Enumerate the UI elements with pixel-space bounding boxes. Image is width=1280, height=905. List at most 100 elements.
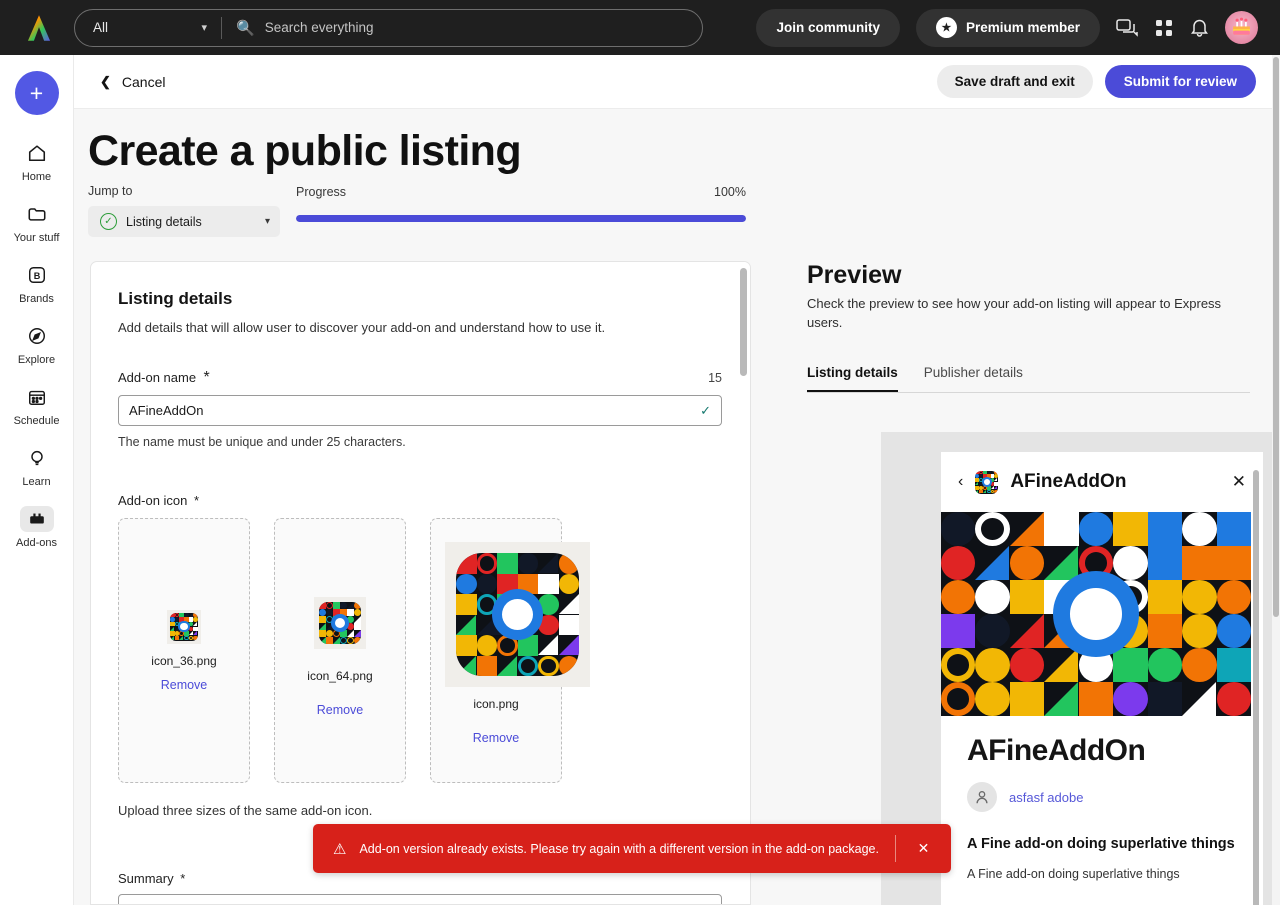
close-icon[interactable]: ✕ [1232, 472, 1246, 492]
search-input[interactable] [264, 20, 688, 35]
avatar[interactable] [1225, 11, 1258, 44]
addon-name-help: The name must be unique and under 25 cha… [118, 435, 406, 449]
form-scrollbar-thumb[interactable] [740, 268, 747, 376]
icon-file-name: icon.png [473, 697, 519, 711]
checkmark-icon: ✓ [700, 402, 711, 418]
sidebar-item-explore[interactable]: Explore [4, 318, 70, 370]
page-scrollbar-track[interactable] [1272, 55, 1280, 905]
preview-modal-header: ‹ AFineAddOn ✕ [941, 452, 1263, 512]
progress-bar [296, 215, 746, 222]
adobe-express-logo[interactable] [22, 13, 56, 43]
folder-icon [20, 201, 54, 227]
sidebar-item-label: Home [21, 171, 52, 183]
preview-modal-body: AFineAddOn asfasf adobe A Fine add-on do… [941, 716, 1263, 905]
addon-name-input[interactable]: AFineAddOn ✓ [118, 395, 722, 426]
birthday-cake-avatar [1233, 17, 1250, 35]
addon-icon-label-row: Add-on icon * [118, 493, 722, 508]
brands-b-icon: B [20, 262, 54, 288]
left-nav-rail: + Home Your stuff B Brands Explore Sched… [0, 55, 74, 905]
addon-mosaic-icon [170, 612, 198, 641]
premium-member-button[interactable]: ★ Premium member [915, 8, 1100, 47]
chevron-left-icon: ❮ [100, 73, 111, 89]
join-community-label: Join community [776, 20, 880, 35]
icon-upload-note: Upload three sizes of the same add-on ic… [118, 803, 373, 818]
compass-icon [20, 323, 54, 349]
svg-text:B: B [33, 271, 40, 281]
join-community-button[interactable]: Join community [756, 8, 900, 47]
progress-value: 100% [714, 185, 746, 199]
icon-upload-slot-64[interactable]: icon_64.png Remove [274, 518, 406, 783]
page-body: Create a public listing Jump to ✓ Listin… [74, 109, 1280, 905]
addon-name-char-count: 15 [708, 371, 722, 385]
cancel-button[interactable]: ❮ Cancel [96, 68, 170, 96]
chevron-down-icon: ▾ [264, 216, 270, 227]
chevron-down-icon: ▾ [201, 22, 207, 34]
sidebar-item-home[interactable]: Home [4, 135, 70, 187]
progress-bar-fill [296, 215, 746, 222]
user-avatar-icon [967, 782, 997, 812]
submit-for-review-button[interactable]: Submit for review [1104, 65, 1256, 98]
preview-hero-banner [941, 512, 1251, 716]
apps-grid-icon[interactable] [1154, 18, 1174, 38]
tab-listing-details[interactable]: Listing details [807, 365, 898, 392]
page-title: Create a public listing [88, 127, 522, 175]
lightbulb-icon [20, 445, 54, 471]
sidebar-item-label: Add-ons [16, 537, 57, 549]
required-marker: * [203, 369, 210, 386]
addon-mosaic-icon [456, 553, 579, 676]
search-filter-dropdown[interactable]: All ▾ [75, 10, 221, 46]
preview-author-name[interactable]: asfasf adobe [1009, 790, 1083, 805]
notification-bell-icon[interactable] [1190, 18, 1209, 38]
preview-app-icon [975, 470, 999, 494]
addon-icon-uploads: icon_36.png Remove icon_64.png Remove ic… [118, 518, 722, 783]
sidebar-item-brands[interactable]: B Brands [4, 257, 70, 309]
summary-label: Summary [118, 871, 174, 886]
chevron-left-icon[interactable]: ‹ [958, 473, 963, 491]
page-scrollbar-thumb[interactable] [1273, 57, 1279, 617]
sidebar-item-label: Schedule [13, 415, 60, 427]
search-icon: 🔍 [236, 19, 255, 37]
summary-label-row: Summary * [118, 871, 722, 886]
addon-icon-label: Add-on icon [118, 493, 188, 508]
preview-modal-scrollbar-track[interactable] [1252, 470, 1260, 905]
jump-to-dropdown[interactable]: ✓ Listing details ▾ [88, 206, 280, 237]
sidebar-item-label: Learn [22, 476, 51, 488]
home-icon [20, 140, 54, 166]
sidebar-item-label: Brands [19, 293, 54, 305]
sidebar-item-label: Your stuff [13, 232, 60, 244]
addon-name-label: Add-on name [118, 370, 197, 385]
icon-file-name: icon_36.png [151, 653, 217, 668]
preview-description: A Fine add-on doing superlative things [967, 867, 1180, 882]
chat-bubbles-icon[interactable] [1116, 18, 1138, 38]
preview-modal-scrollbar-thumb[interactable] [1253, 470, 1259, 905]
error-toast-message: Add-on version already exists. Please tr… [359, 841, 879, 856]
cancel-label: Cancel [121, 73, 166, 90]
sidebar-item-add-ons[interactable]: Add-ons [4, 501, 70, 553]
tab-publisher-details[interactable]: Publisher details [924, 365, 1023, 392]
listing-action-bar: ❮ Cancel Save draft and exit Submit for … [74, 55, 1272, 109]
search-filter-label: All [93, 20, 109, 35]
section-title: Listing details [118, 289, 233, 308]
sidebar-item-schedule[interactable]: Schedule [4, 379, 70, 431]
close-icon[interactable]: ✕ [896, 840, 951, 857]
global-search-bar[interactable]: All ▾ 🔍 [74, 8, 703, 47]
form-scrollbar-track[interactable] [737, 262, 750, 904]
required-marker: * [180, 871, 186, 886]
summary-input[interactable]: A Fine add-on doing superlative things [118, 894, 722, 904]
app-root: All ▾ 🔍 Join community ★ Premium member [0, 0, 1280, 905]
remove-icon-36-link[interactable]: Remove [161, 678, 208, 692]
remove-icon-64-link[interactable]: Remove [317, 703, 364, 717]
create-new-button[interactable]: + [14, 71, 59, 115]
remove-icon-link[interactable]: Remove [473, 731, 520, 745]
progress-label: Progress [296, 185, 347, 199]
preview-modal-title: AFineAddOn [1010, 471, 1127, 492]
save-draft-label: Save draft and exit [954, 74, 1075, 89]
sidebar-item-learn[interactable]: Learn [4, 440, 70, 492]
listing-details-form: Listing details Add details that will al… [90, 261, 751, 905]
addons-plug-icon [19, 506, 54, 532]
icon-upload-slot-36[interactable]: icon_36.png Remove [118, 518, 250, 783]
plus-icon: + [29, 79, 44, 106]
sidebar-item-your-stuff[interactable]: Your stuff [4, 196, 70, 248]
save-draft-and-exit-button[interactable]: Save draft and exit [936, 65, 1093, 98]
preview-title: Preview [807, 261, 902, 289]
